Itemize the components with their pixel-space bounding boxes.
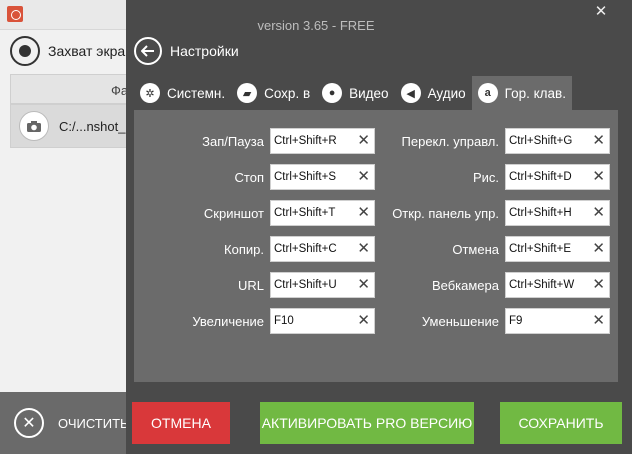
hotkey-row: Стоп Ctrl+Shift+S ✕: [134, 163, 375, 191]
hotkey-row: URL Ctrl+Shift+U ✕: [134, 271, 375, 299]
settings-tabs: ✲ Системн. ▰ Сохр. в ● Видео ◀ Аудио a Г…: [134, 76, 572, 110]
clear-hotkey-icon[interactable]: ✕: [357, 203, 370, 221]
hotkey-row: Отмена Ctrl+Shift+E ✕: [380, 235, 610, 263]
hotkey-value: Ctrl+Shift+D: [509, 171, 572, 183]
hotkey-value: F10: [274, 315, 294, 327]
hotkey-row: Откр. панель упр. Ctrl+Shift+H ✕: [380, 199, 610, 227]
hotkey-value: Ctrl+Shift+C: [274, 243, 337, 255]
version-label: version 3.65 - FREE: [257, 18, 375, 33]
hotkey-field[interactable]: Ctrl+Shift+R ✕: [270, 128, 375, 154]
hotkey-label: Рис.: [472, 169, 499, 185]
hotkey-row: Копир. Ctrl+Shift+C ✕: [134, 235, 375, 263]
hotkey-label: Отмена: [452, 241, 499, 257]
tab-video[interactable]: ● Видео: [316, 76, 394, 110]
hotkey-field[interactable]: F9 ✕: [505, 308, 610, 334]
hotkey-value: Ctrl+Shift+W: [509, 279, 575, 291]
tab-hotkeys[interactable]: a Гор. клав.: [471, 76, 572, 110]
hotkey-value: Ctrl+Shift+T: [274, 207, 336, 219]
hotkey-field[interactable]: F10 ✕: [270, 308, 375, 334]
cancel-button[interactable]: ОТМЕНА: [132, 402, 230, 444]
hotkey-row: Увеличение F10 ✕: [134, 307, 375, 335]
tab-label: Сохр. в: [264, 85, 311, 101]
tab-label: Гор. клав.: [504, 85, 566, 101]
hotkey-icon: a: [477, 83, 498, 103]
hotkey-field[interactable]: Ctrl+Shift+W ✕: [505, 272, 610, 298]
clear-button[interactable]: ✕ ОЧИСТИТЬ: [14, 406, 129, 440]
gear-icon: ✲: [140, 83, 160, 103]
folder-icon: ▰: [237, 83, 258, 103]
settings-header: Настройки: [134, 36, 239, 66]
back-arrow-icon[interactable]: [134, 37, 162, 65]
close-icon[interactable]: ✕: [592, 3, 610, 21]
hotkey-label: Копир.: [224, 241, 264, 257]
hotkey-value: Ctrl+Shift+S: [274, 171, 336, 183]
hotkey-row: Рис. Ctrl+Shift+D ✕: [380, 163, 610, 191]
hotkey-label: Увеличение: [192, 313, 264, 329]
clear-hotkey-icon[interactable]: ✕: [357, 131, 370, 149]
hotkey-label: Уменьшение: [421, 313, 499, 329]
hotkey-value: Ctrl+Shift+H: [509, 207, 572, 219]
record-icon: [10, 36, 40, 66]
clear-hotkey-icon[interactable]: ✕: [592, 131, 605, 149]
hotkey-field[interactable]: Ctrl+Shift+S ✕: [270, 164, 375, 190]
hotkey-row: Скриншот Ctrl+Shift+T ✕: [134, 199, 375, 227]
record-icon: ●: [322, 83, 343, 103]
hotkey-field[interactable]: Ctrl+Shift+D ✕: [505, 164, 610, 190]
hotkey-field[interactable]: Ctrl+Shift+H ✕: [505, 200, 610, 226]
hotkey-label: Перекл. управл.: [401, 133, 499, 149]
hotkey-value: Ctrl+Shift+U: [274, 279, 337, 291]
hotkey-label: Скриншот: [203, 205, 264, 221]
hotkey-field[interactable]: Ctrl+Shift+U ✕: [270, 272, 375, 298]
tab-save-to[interactable]: ▰ Сохр. в: [231, 76, 316, 110]
hotkey-label: Зап/Пауза: [202, 133, 264, 149]
hotkey-label: Откр. панель упр.: [392, 205, 499, 221]
clear-hotkey-icon[interactable]: ✕: [357, 167, 370, 185]
hotkey-value: F9: [509, 315, 523, 327]
hotkey-label: Вебкамера: [431, 277, 499, 293]
camera-icon: [19, 111, 49, 141]
file-path: C:/...nshot_2: [59, 118, 133, 134]
clear-label: ОЧИСТИТЬ: [58, 415, 129, 431]
clear-hotkey-icon[interactable]: ✕: [357, 239, 370, 257]
save-button[interactable]: СОХРАНИТЬ: [500, 402, 622, 444]
clear-hotkey-icon[interactable]: ✕: [592, 203, 605, 221]
app-logo-icon: [7, 6, 23, 22]
hotkey-field[interactable]: Ctrl+Shift+C ✕: [270, 236, 375, 262]
hotkey-row: Зап/Пауза Ctrl+Shift+R ✕: [134, 127, 375, 155]
hotkey-field[interactable]: Ctrl+Shift+E ✕: [505, 236, 610, 262]
activate-pro-button[interactable]: АКТИВИРОВАТЬ PRO ВЕРСИЮ: [260, 402, 474, 444]
hotkey-value: Ctrl+Shift+G: [509, 135, 573, 147]
clear-hotkey-icon[interactable]: ✕: [592, 167, 605, 185]
speaker-icon: ◀: [400, 83, 421, 103]
tab-label: Аудио: [427, 85, 466, 101]
capture-screen-button[interactable]: Захват экрана: [10, 36, 141, 66]
settings-title: Настройки: [170, 43, 239, 59]
hotkey-label: URL: [237, 277, 264, 293]
clear-hotkey-icon[interactable]: ✕: [592, 239, 605, 257]
clear-icon: ✕: [14, 408, 44, 438]
hotkey-row: Уменьшение F9 ✕: [380, 307, 610, 335]
hotkey-value: Ctrl+Shift+E: [509, 243, 571, 255]
clear-hotkey-icon[interactable]: ✕: [357, 275, 370, 293]
tab-system[interactable]: ✲ Системн.: [134, 76, 231, 110]
hotkey-row: Перекл. управл. Ctrl+Shift+G ✕: [380, 127, 610, 155]
clear-hotkey-icon[interactable]: ✕: [592, 311, 605, 329]
hotkey-field[interactable]: Ctrl+Shift+G ✕: [505, 128, 610, 154]
clear-hotkey-icon[interactable]: ✕: [592, 275, 605, 293]
tab-label: Системн.: [167, 85, 226, 101]
tab-label: Видео: [349, 85, 389, 101]
hotkey-label: Стоп: [234, 169, 264, 185]
tab-audio[interactable]: ◀ Аудио: [395, 76, 472, 110]
hotkey-field[interactable]: Ctrl+Shift+T ✕: [270, 200, 375, 226]
hotkey-row: Вебкамера Ctrl+Shift+W ✕: [380, 271, 610, 299]
hotkey-value: Ctrl+Shift+R: [274, 135, 337, 147]
clear-hotkey-icon[interactable]: ✕: [357, 311, 370, 329]
